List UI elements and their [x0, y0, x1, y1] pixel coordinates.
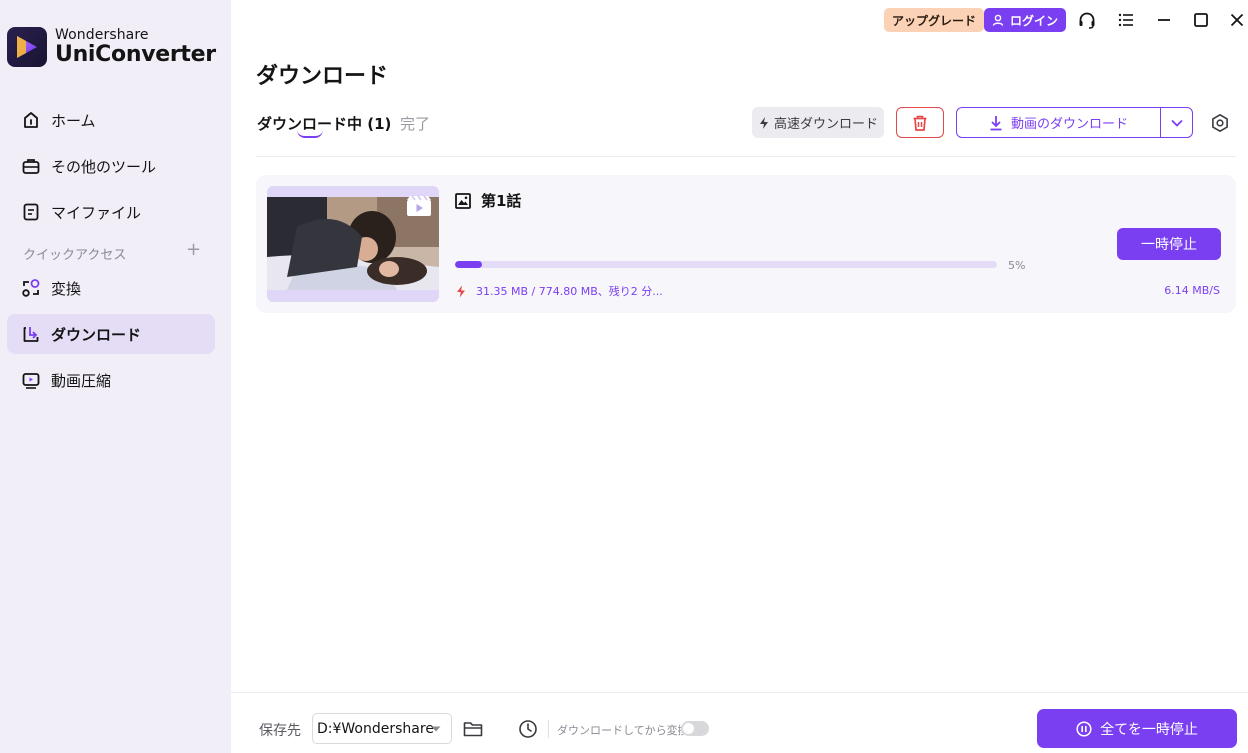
user-icon: [992, 14, 1004, 26]
quick-access-label: クイックアクセス: [23, 248, 127, 263]
save-path-select[interactable]: D:¥Wondershare: [312, 713, 452, 744]
upgrade-button[interactable]: アップグレード: [884, 8, 985, 32]
download-options-dropdown[interactable]: [1161, 108, 1192, 137]
download-icon: [21, 324, 41, 344]
page-title: ダウンロード: [256, 64, 389, 89]
sidebar-item-my-files[interactable]: マイファイル: [7, 192, 215, 232]
toolbox-icon: [21, 156, 41, 176]
sidebar-item-label: 変換: [51, 279, 82, 298]
download-item-card[interactable]: 第1話 5% 31.35 MB / 774.80 MB、残り2 分... 6.1…: [256, 175, 1236, 313]
compress-icon: [21, 370, 41, 390]
bottom-separator: [548, 720, 549, 738]
bottom-bar: 保存先 D:¥Wondershare ダウンロードしてから変換 全てを一時停止: [231, 692, 1248, 753]
uniconverter-logo-icon: [7, 27, 47, 67]
lightning-icon: [457, 285, 465, 297]
sidebar-item-other-tools[interactable]: その他のツール: [7, 146, 215, 186]
settings-gear-icon[interactable]: [1208, 111, 1232, 135]
brand-company: Wondershare: [55, 27, 149, 43]
brand: Wondershare UniConverter: [7, 27, 216, 67]
tab-completed[interactable]: 完了: [400, 113, 430, 134]
sidebar-item-label: その他のツール: [51, 157, 157, 176]
high-speed-download-label: 高速ダウンロード: [773, 117, 878, 132]
download-arrow-icon: [990, 115, 1002, 130]
download-speed: 6.14 MB/S: [1164, 284, 1220, 297]
sidebar-item-label: 動画圧縮: [51, 371, 112, 390]
brand-product: UniConverter: [55, 42, 216, 67]
login-label: ログイン: [1010, 13, 1059, 28]
sidebar-item-home[interactable]: ホーム: [7, 100, 215, 140]
convert-icon: [21, 278, 41, 298]
download-stats-text: 31.35 MB / 774.80 MB、残り2 分...: [476, 285, 663, 298]
home-icon: [21, 110, 41, 130]
menu-icon[interactable]: [1114, 8, 1138, 32]
download-progress-fill: [455, 261, 483, 268]
sidebar-item-compress[interactable]: 動画圧縮: [7, 360, 215, 400]
download-video-label: 動画のダウンロード: [1010, 117, 1128, 132]
pause-circle-icon: [1076, 720, 1092, 737]
download-video-button[interactable]: 動画のダウンロード: [957, 108, 1161, 137]
sidebar-item-label: ホーム: [51, 111, 96, 130]
caret-down-icon: [431, 726, 441, 732]
save-path-value: D:¥Wondershare: [317, 720, 434, 737]
download-item-title: 第1話: [455, 190, 521, 211]
sidebar-item-convert[interactable]: 変換: [7, 268, 215, 308]
pause-button[interactable]: 一時停止: [1117, 228, 1221, 260]
headset-icon[interactable]: [1075, 8, 1099, 32]
sidebar-item-label: マイファイル: [51, 203, 142, 222]
convert-after-download-toggle[interactable]: [681, 721, 709, 736]
maximize-icon[interactable]: [1189, 8, 1213, 32]
tab-active-indicator: [297, 130, 323, 138]
convert-after-download-label: ダウンロードしてから変換: [557, 724, 689, 737]
schedule-clock-icon[interactable]: [517, 718, 539, 740]
download-video-button-group: 動画のダウンロード: [956, 107, 1193, 138]
header-divider: [256, 156, 1236, 157]
trash-icon: [913, 115, 927, 131]
pause-all-button[interactable]: 全てを一時停止: [1037, 709, 1237, 748]
lightning-icon: [759, 116, 768, 129]
download-item-title-text: 第1話: [481, 192, 522, 210]
minimize-icon[interactable]: [1152, 8, 1176, 32]
download-progress-percent: 5%: [1008, 259, 1026, 272]
sidebar-item-label: ダウンロード: [51, 325, 142, 344]
pause-all-label: 全てを一時停止: [1100, 721, 1198, 738]
close-icon[interactable]: [1225, 8, 1248, 32]
video-file-icon: [407, 195, 431, 216]
login-button[interactable]: ログイン: [984, 8, 1067, 32]
delete-button[interactable]: [896, 107, 944, 138]
chevron-down-icon: [1170, 119, 1183, 127]
tab-downloading[interactable]: ダウンロード中 (1): [257, 113, 391, 134]
image-icon: [455, 192, 471, 209]
file-icon: [21, 202, 41, 222]
download-stats: 31.35 MB / 774.80 MB、残り2 分...: [456, 283, 663, 299]
video-thumbnail[interactable]: [267, 186, 439, 302]
download-progress-bar: [455, 261, 997, 268]
folder-icon[interactable]: [462, 719, 484, 739]
sidebar-item-download[interactable]: ダウンロード: [7, 314, 215, 354]
sidebar: Wondershare UniConverter ホーム その他のツール マイフ…: [0, 0, 231, 753]
quick-access-add-button[interactable]: +: [186, 241, 201, 259]
save-location-label: 保存先: [259, 723, 301, 739]
high-speed-download-button[interactable]: 高速ダウンロード: [752, 107, 884, 138]
